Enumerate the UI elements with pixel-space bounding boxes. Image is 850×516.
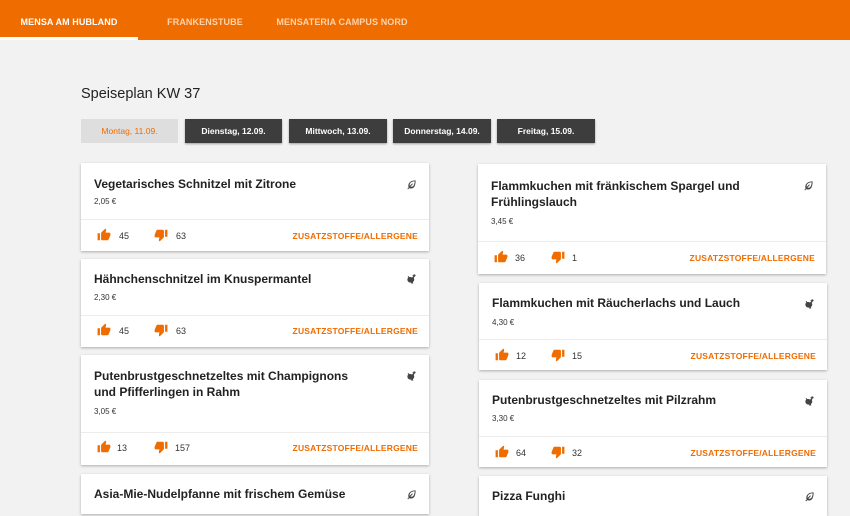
likes-count: 64 <box>516 448 527 458</box>
thumbs-down-icon[interactable] <box>550 445 566 459</box>
dislikes-count: 63 <box>176 231 187 241</box>
page-title: Speiseplan KW 37 <box>81 86 201 102</box>
likes-count: 36 <box>515 253 526 263</box>
day-button-tuesday[interactable]: Dienstag, 12.09. <box>185 119 282 143</box>
meal-title: Vegetarisches Schnitzel mit Zitrone <box>94 177 297 191</box>
dislikes-count: 32 <box>572 448 583 458</box>
thumbs-up-icon[interactable] <box>96 228 112 242</box>
leaf-icon <box>803 180 814 191</box>
allergens-link[interactable]: ZUSATZSTOFFE/ALLERGENE <box>293 443 418 453</box>
thumbs-up-icon[interactable] <box>96 323 112 337</box>
thumbs-up-icon[interactable] <box>494 348 510 362</box>
allergens-link[interactable]: ZUSATZSTOFFE/ALLERGENE <box>690 253 815 263</box>
thumbs-up-icon[interactable] <box>493 250 509 264</box>
allergens-link[interactable]: ZUSATZSTOFFE/ALLERGENE <box>293 231 418 241</box>
meal-title: Putenbrustgeschnetzeltes mit Champignons… <box>94 369 349 399</box>
meal-price: 2,30 € <box>94 293 117 302</box>
card-divider <box>81 315 429 316</box>
card-divider <box>479 436 827 437</box>
thumbs-down-icon[interactable] <box>550 348 566 362</box>
meal-price: 4,30 € <box>492 318 515 327</box>
thumbs-down-icon[interactable] <box>153 440 169 454</box>
meal-price: 2,05 € <box>94 197 117 206</box>
likes-count: 45 <box>119 231 130 241</box>
card-divider <box>81 432 429 433</box>
meal-card: Vegetarisches Schnitzel mit Zitrone 2,05… <box>81 163 429 251</box>
thumbs-down-icon[interactable] <box>153 228 169 242</box>
thumbs-up-icon[interactable] <box>494 445 510 459</box>
thumbs-down-icon[interactable] <box>550 250 566 264</box>
chicken-icon <box>804 395 815 406</box>
dislikes-count: 157 <box>175 443 191 453</box>
card-divider <box>81 219 429 220</box>
day-button-thursday[interactable]: Donnerstag, 14.09. <box>393 119 491 143</box>
allergens-link[interactable]: ZUSATZSTOFFE/ALLERGENE <box>691 448 816 458</box>
card-divider <box>479 339 827 340</box>
dislikes-count: 1 <box>572 253 578 263</box>
thumbs-up-icon[interactable] <box>96 440 112 454</box>
chicken-icon <box>804 298 815 309</box>
meal-price: 3,05 € <box>94 407 117 416</box>
likes-count: 13 <box>117 443 128 453</box>
meal-card: Pizza Funghi <box>479 476 827 516</box>
meal-card: Putenbrustgeschnetzeltes mit Pilzrahm 3,… <box>479 380 827 467</box>
chicken-icon <box>406 370 417 381</box>
leaf-icon <box>406 489 417 500</box>
active-tab-indicator <box>0 37 138 40</box>
chicken-icon <box>406 273 417 284</box>
day-button-wednesday[interactable]: Mittwoch, 13.09. <box>289 119 387 143</box>
leaf-icon <box>406 179 417 190</box>
likes-count: 45 <box>119 326 130 336</box>
meal-card: Hähnchenschnitzel im Knuspermantel 2,30 … <box>81 259 429 347</box>
meal-card: Flammkuchen mit Räucherlachs und Lauch 4… <box>479 283 827 370</box>
leaf-icon <box>804 491 815 502</box>
top-tab-bar: MENSA AM HUBLAND FRANKENSTUBE MENSATERIA… <box>0 0 850 40</box>
meal-card: Asia-Mie-Nudelpfanne mit frischem Gemüse <box>81 474 429 514</box>
allergens-link[interactable]: ZUSATZSTOFFE/ALLERGENE <box>293 326 418 336</box>
tab-frankenstube[interactable]: FRANKENSTUBE <box>138 0 272 40</box>
allergens-link[interactable]: ZUSATZSTOFFE/ALLERGENE <box>691 351 816 361</box>
dislikes-count: 63 <box>176 326 187 336</box>
meal-title: Flammkuchen mit fränkischem Spargel und … <box>491 179 740 209</box>
day-button-monday[interactable]: Montag, 11.09. <box>81 119 178 143</box>
meal-title: Putenbrustgeschnetzeltes mit Pilzrahm <box>492 393 717 407</box>
thumbs-down-icon[interactable] <box>153 323 169 337</box>
card-divider <box>478 241 826 242</box>
meal-price: 3,30 € <box>492 414 515 423</box>
dislikes-count: 15 <box>572 351 583 361</box>
meal-title: Flammkuchen mit Räucherlachs und Lauch <box>492 296 741 310</box>
meal-card: Putenbrustgeschnetzeltes mit Champignons… <box>81 355 429 465</box>
tab-mensateria-campus-nord[interactable]: MENSATERIA CAMPUS NORD <box>272 0 412 40</box>
meal-title: Pizza Funghi <box>492 489 566 503</box>
meal-card: Flammkuchen mit fränkischem Spargel und … <box>478 164 826 274</box>
tab-mensa-am-hubland[interactable]: MENSA AM HUBLAND <box>0 0 138 40</box>
meal-title: Asia-Mie-Nudelpfanne mit frischem Gemüse <box>94 487 346 501</box>
meal-title: Hähnchenschnitzel im Knuspermantel <box>94 272 312 286</box>
likes-count: 12 <box>516 351 527 361</box>
day-button-friday[interactable]: Freitag, 15.09. <box>497 119 595 143</box>
meal-price: 3,45 € <box>491 217 514 226</box>
